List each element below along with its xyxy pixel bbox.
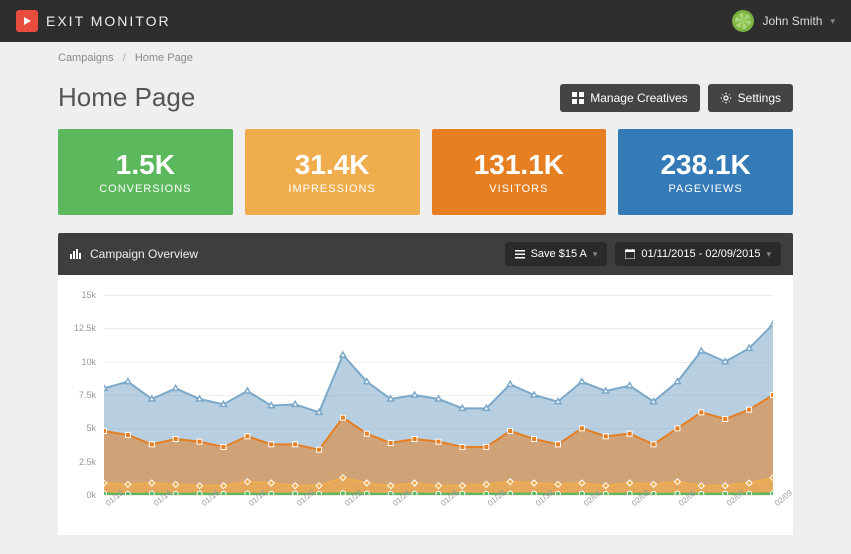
stat-conversions: 1.5K CONVERSIONS (58, 129, 233, 215)
bar-chart-icon (70, 249, 82, 259)
stat-impressions: 31.4K IMPRESSIONS (245, 129, 420, 215)
page-title: Home Page (58, 82, 195, 113)
settings-button[interactable]: Settings (708, 84, 793, 112)
logo-icon (16, 10, 38, 32)
gear-icon (720, 92, 732, 104)
chevron-down-icon: ▾ (766, 249, 771, 260)
breadcrumb-root[interactable]: Campaigns (58, 52, 114, 64)
campaign-selector[interactable]: Save $15 A ▾ (505, 242, 608, 266)
list-icon (515, 249, 525, 259)
date-range-picker[interactable]: 01/11/2015 - 02/09/2015 ▾ (615, 242, 781, 266)
breadcrumb: Campaigns / Home Page (58, 42, 793, 74)
brand-logo[interactable]: EXIT MONITOR (16, 10, 171, 32)
avatar (732, 10, 754, 32)
stat-visitors: 131.1K VISITORS (432, 129, 607, 215)
grid-icon (572, 92, 584, 104)
stats-row: 1.5K CONVERSIONS 31.4K IMPRESSIONS 131.1… (58, 129, 793, 215)
chevron-down-icon: ▾ (593, 249, 598, 260)
user-name: John Smith (762, 14, 822, 28)
panel-title: Campaign Overview (90, 247, 198, 261)
stat-pageviews: 238.1K PAGEVIEWS (618, 129, 793, 215)
campaign-overview-panel: Campaign Overview Save $15 A ▾ 01/11/201… (58, 233, 793, 535)
calendar-icon (625, 249, 635, 259)
brand-name: EXIT MONITOR (46, 13, 171, 29)
chevron-down-icon: ▾ (830, 16, 835, 27)
manage-creatives-button[interactable]: Manage Creatives (560, 84, 699, 112)
top-bar: EXIT MONITOR John Smith ▾ (0, 0, 851, 42)
breadcrumb-current: Home Page (135, 52, 193, 64)
chart: 0k2.5k5k7.5k10k12.5k15k 01/1201/1401/160… (58, 275, 793, 535)
user-menu[interactable]: John Smith ▾ (732, 10, 835, 32)
